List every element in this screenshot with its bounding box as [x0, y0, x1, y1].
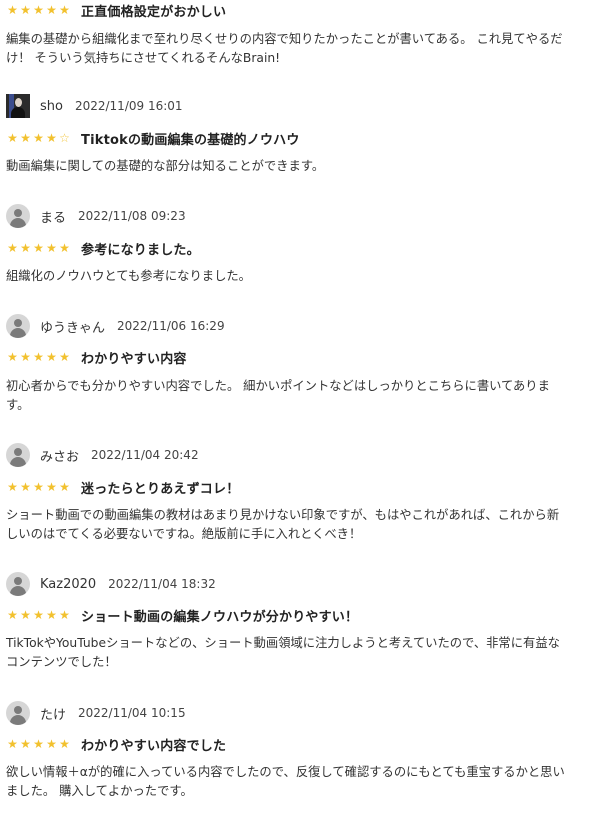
star-icon: ★	[33, 608, 44, 622]
star-icon: ★	[59, 3, 70, 17]
review-title: Tiktokの動画編集の基礎的ノウハウ	[81, 132, 300, 148]
star-icon: ★	[33, 480, 44, 494]
review-meta: まる 2022/11/08 09:23	[6, 203, 186, 229]
star-icon: ★	[59, 480, 70, 494]
star-icon: ★	[46, 3, 57, 17]
review-body-line: しいのはでてくる必要ないですね。絶版前に手に入れとくべき！	[6, 527, 362, 541]
review-body-line: 編集の基礎から組織化まで至れり尽くせりの内容で知りたかったことが書いてある。 こ…	[6, 32, 563, 46]
review-body-line: 欲しい情報＋αが的確に入っている内容でしたので、反復して確認するのにもとても重宝…	[6, 765, 565, 779]
star-icon: ★	[20, 608, 31, 622]
review-body-line: け！ そういう気持ちにさせてくれるそんなBrain!	[6, 51, 281, 65]
review-title: ショート動画の編集ノウハウが分かりやすい！	[81, 609, 359, 625]
review-body-line: TikTokやYouTubeショートなどの、ショート動画領域に注力しようと考えて…	[6, 636, 560, 650]
review-title-row: ★ ★ ★ ★ ★ ショート動画の編集ノウハウが分かりやすい！	[6, 606, 359, 625]
review-meta: みさお 2022/11/04 20:42	[6, 442, 199, 468]
review-username[interactable]: Kaz2020	[40, 577, 96, 592]
review-title-row: ★ ★ ★ ★ ★ 迷ったらとりあえずコレ！	[6, 478, 240, 497]
review-username[interactable]: みさお	[40, 446, 79, 465]
star-icon: ★	[59, 608, 70, 622]
rating-stars: ★ ★ ★ ★ ★	[6, 242, 71, 254]
review-date: 2022/11/06 16:29	[117, 319, 225, 333]
rating-stars: ★ ★ ★ ★ ★	[6, 609, 71, 621]
star-icon: ★	[20, 480, 31, 494]
star-icon: ★	[7, 350, 18, 364]
review-meta: sho 2022/11/09 16:01	[6, 93, 183, 119]
review-title: 迷ったらとりあえずコレ！	[81, 481, 240, 497]
review-title: わかりやすい内容	[81, 351, 187, 367]
review-date: 2022/11/04 18:32	[108, 577, 216, 591]
review-date: 2022/11/09 16:01	[74, 99, 183, 113]
star-icon: ★	[46, 350, 57, 364]
review-title-row: ★ ★ ★ ★ ★ わかりやすい内容でした	[6, 735, 227, 754]
rating-stars: ★ ★ ★ ★ ★	[6, 738, 71, 750]
user-icon[interactable]	[6, 443, 30, 467]
star-icon: ★	[33, 131, 44, 145]
star-icon: ★	[7, 3, 18, 17]
review-date: 2022/11/04 20:42	[91, 448, 199, 462]
user-icon[interactable]	[6, 314, 30, 338]
review-date: 2022/11/04 10:15	[78, 706, 186, 720]
star-icon: ★	[59, 737, 70, 751]
star-icon: ★	[20, 737, 31, 751]
star-icon: ★	[46, 737, 57, 751]
review-body: 動画編集に関しての基礎的な部分は知ることができます。	[6, 157, 596, 176]
review-body: 初心者からでも分かりやすい内容でした。 細かいポイントなどはしっかりとこちらに書…	[6, 377, 596, 415]
star-icon: ★	[59, 241, 70, 255]
star-icon: ★	[20, 350, 31, 364]
star-icon: ★	[33, 241, 44, 255]
review-username[interactable]: ゆうきゃん	[40, 317, 105, 336]
star-icon: ★	[46, 241, 57, 255]
review-title: 参考になりました。	[81, 242, 200, 258]
star-icon: ★	[7, 737, 18, 751]
review-title-row: ★ ★ ★ ★ ☆ Tiktokの動画編集の基礎的ノウハウ	[6, 129, 300, 148]
review-date: 2022/11/08 09:23	[78, 209, 186, 223]
star-icon: ★	[33, 350, 44, 364]
user-icon[interactable]	[6, 701, 30, 725]
rating-stars: ★ ★ ★ ★ ★	[6, 481, 71, 493]
review-body-line: ショート動画での動画編集の教材はあまり見かけない印象ですが、もはやこれがあれば、…	[6, 508, 560, 522]
review-body: 編集の基礎から組織化まで至れり尽くせりの内容で知りたかったことが書いてある。 こ…	[6, 30, 596, 68]
avatar[interactable]	[6, 94, 30, 118]
star-icon: ★	[7, 131, 18, 145]
review-body: ショート動画での動画編集の教材はあまり見かけない印象ですが、もはやこれがあれば、…	[6, 506, 596, 544]
review-title-row: ★ ★ ★ ★ ★ わかりやすい内容	[6, 348, 187, 367]
rating-stars: ★ ★ ★ ★ ★	[6, 351, 71, 363]
star-icon: ★	[33, 3, 44, 17]
star-icon: ★	[33, 737, 44, 751]
star-icon: ★	[46, 131, 57, 145]
review-title-row: ★ ★ ★ ★ ★ 正直価格設定がおかしい	[6, 1, 227, 20]
user-icon[interactable]	[6, 572, 30, 596]
star-icon: ★	[20, 131, 31, 145]
review-title: わかりやすい内容でした	[81, 738, 227, 754]
review-body: TikTokやYouTubeショートなどの、ショート動画領域に注力しようと考えて…	[6, 634, 596, 672]
star-icon: ★	[46, 608, 57, 622]
review-meta: たけ 2022/11/04 10:15	[6, 700, 186, 726]
review-body-line: 組織化のノウハウとても参考になりました。	[6, 269, 251, 283]
review-username[interactable]: sho	[40, 99, 63, 114]
review-body-line: ました。 購入してよかったです。	[6, 784, 193, 798]
review-body-line: 動画編集に関しての基礎的な部分は知ることができます。	[6, 159, 325, 173]
review-meta: Kaz2020 2022/11/04 18:32	[6, 571, 216, 597]
star-icon: ★	[20, 3, 31, 17]
rating-stars: ★ ★ ★ ★ ★	[6, 4, 71, 16]
star-icon: ★	[46, 480, 57, 494]
review-username[interactable]: まる	[40, 207, 66, 226]
star-outline-icon: ☆	[59, 131, 70, 145]
user-icon[interactable]	[6, 204, 30, 228]
star-icon: ★	[7, 608, 18, 622]
star-icon: ★	[7, 480, 18, 494]
review-title-row: ★ ★ ★ ★ ★ 参考になりました。	[6, 239, 200, 258]
star-icon: ★	[7, 241, 18, 255]
review-body: 組織化のノウハウとても参考になりました。	[6, 267, 596, 286]
review-meta: ゆうきゃん 2022/11/06 16:29	[6, 313, 225, 339]
review-username[interactable]: たけ	[40, 704, 66, 723]
review-body-line: コンテンツでした！	[6, 655, 117, 669]
review-body-line: 初心者からでも分かりやすい内容でした。 細かいポイントなどはしっかりとこちらに書…	[6, 379, 550, 393]
review-body: 欲しい情報＋αが的確に入っている内容でしたので、反復して確認するのにもとても重宝…	[6, 763, 596, 801]
rating-stars: ★ ★ ★ ★ ☆	[6, 132, 71, 144]
review-body-line: す。	[6, 398, 30, 412]
star-icon: ★	[59, 350, 70, 364]
review-title: 正直価格設定がおかしい	[81, 4, 227, 20]
star-icon: ★	[20, 241, 31, 255]
